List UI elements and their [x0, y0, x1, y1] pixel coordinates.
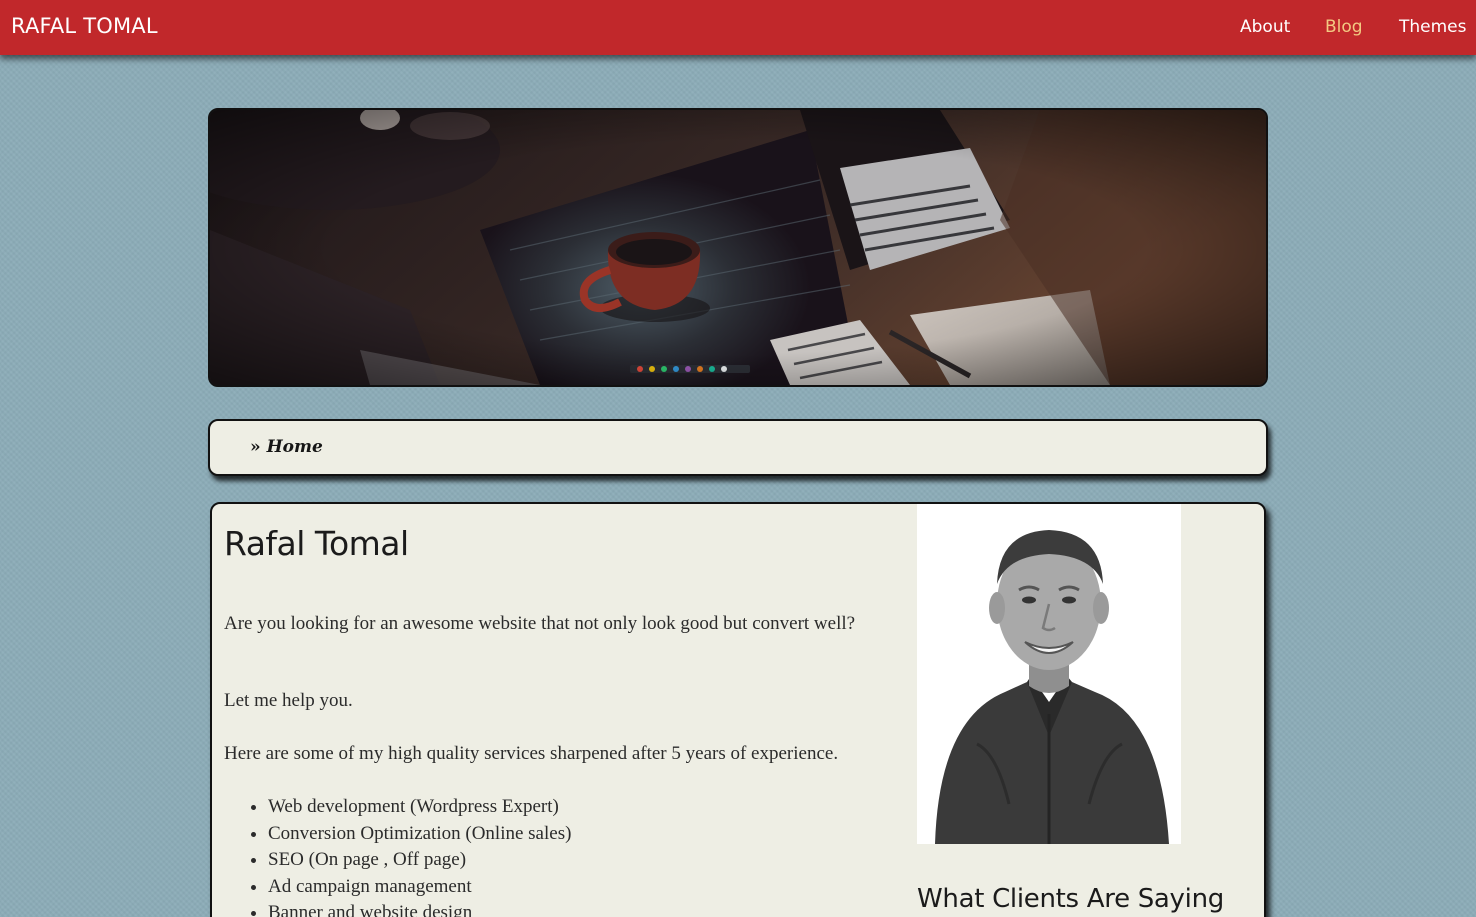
help-paragraph: Let me help you.	[224, 690, 353, 711]
intro-paragraph: Are you looking for an awesome website t…	[224, 613, 856, 634]
profile-photo	[917, 504, 1181, 844]
breadcrumb-link-home[interactable]: Home	[267, 437, 323, 457]
breadcrumb-separator: »	[250, 437, 261, 457]
testimonials-heading: What Clients Are Saying	[917, 884, 1224, 914]
list-item: Banner and website design	[268, 900, 571, 917]
portrait-illustration	[917, 504, 1181, 844]
nav-link-themes[interactable]: Themes	[1399, 17, 1467, 37]
list-item: Web development (Wordpress Expert)	[268, 794, 571, 821]
desk-coffee-laptop-illustration	[210, 110, 1266, 385]
main-content-card: Rafal Tomal Are you looking for an aweso…	[210, 502, 1266, 917]
top-navigation-bar: RAFAL TOMAL About Blog Themes	[0, 0, 1476, 55]
list-item: Ad campaign management	[268, 874, 571, 901]
site-brand-link[interactable]: RAFAL TOMAL	[11, 14, 158, 38]
nav-link-blog[interactable]: Blog	[1325, 17, 1363, 37]
services-intro-paragraph: Here are some of my high quality service…	[224, 743, 839, 764]
hero-banner-image	[208, 108, 1268, 387]
list-item: SEO (On page , Off page)	[268, 847, 571, 874]
nav-link-about[interactable]: About	[1240, 17, 1290, 37]
breadcrumb: » Home	[208, 419, 1268, 476]
page-title: Rafal Tomal	[224, 524, 409, 563]
list-item: Conversion Optimization (Online sales)	[268, 821, 571, 848]
services-list: Web development (Wordpress Expert) Conve…	[224, 794, 571, 917]
breadcrumb-trail: » Home	[250, 437, 323, 457]
